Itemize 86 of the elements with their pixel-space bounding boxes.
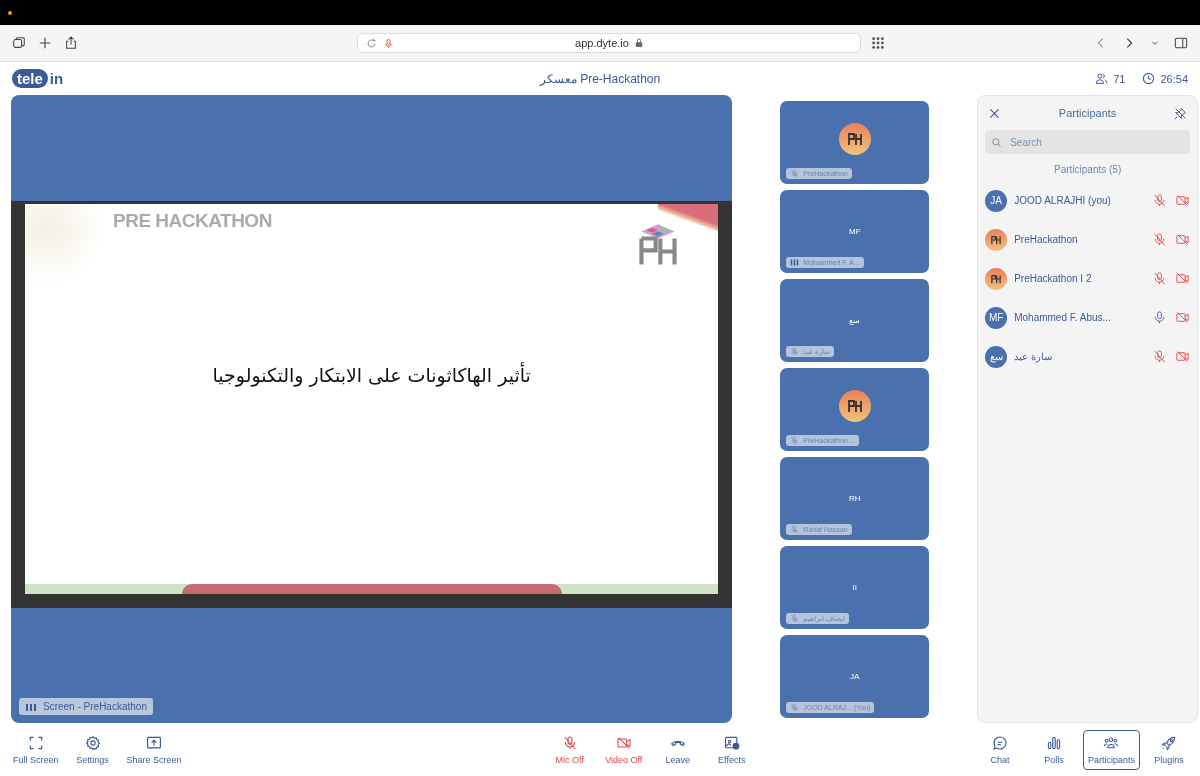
close-icon[interactable] bbox=[988, 106, 1002, 120]
tabs-icon[interactable] bbox=[12, 36, 26, 50]
muted-microphone-icon bbox=[790, 347, 800, 356]
chat-icon bbox=[991, 734, 1008, 751]
participant-name: Mohammed F. Abus... bbox=[1014, 312, 1112, 323]
logo-avatar-icon bbox=[985, 228, 1008, 251]
settings-icon bbox=[84, 734, 101, 751]
camera-off-icon bbox=[1175, 232, 1190, 247]
status-dot bbox=[8, 10, 12, 15]
control-button[interactable]: Share Screen bbox=[121, 729, 187, 770]
panel-title: Participants bbox=[1058, 107, 1117, 119]
share-screen-icon bbox=[146, 734, 163, 751]
sidebar-toggle-button[interactable]: Participants bbox=[1082, 729, 1140, 770]
address-bar[interactable]: app.dyte.io bbox=[357, 33, 861, 53]
avatar: سع bbox=[985, 345, 1008, 368]
control-button[interactable]: Video Off bbox=[598, 729, 649, 770]
slide-heading: PRE HACKATHON bbox=[113, 209, 272, 232]
sidebar-icon[interactable] bbox=[1174, 36, 1188, 50]
meeting-timer: 26:54 bbox=[1160, 72, 1188, 85]
app-logo: tele in bbox=[12, 69, 64, 88]
logo-avatar-icon bbox=[838, 122, 871, 155]
slide-title: تأثير الهاكاثونات على الابتكار والتكنولوجيا bbox=[212, 363, 531, 386]
search-icon bbox=[991, 136, 1003, 148]
rocket-icon bbox=[1161, 734, 1177, 751]
participant-row[interactable]: سع سارة عيد bbox=[985, 337, 1190, 376]
lock-icon bbox=[634, 38, 643, 48]
avatar: MF bbox=[985, 306, 1008, 329]
muted-microphone-icon bbox=[561, 734, 578, 751]
participant-count: 71 bbox=[1113, 72, 1126, 85]
audio-level-icon bbox=[25, 701, 37, 712]
effects-icon bbox=[723, 734, 740, 751]
participant-initials: II bbox=[852, 583, 857, 592]
control-button[interactable]: Leave bbox=[652, 729, 703, 770]
participants-count-label: Participants (5) bbox=[1052, 164, 1123, 175]
people-icon bbox=[1095, 72, 1109, 85]
control-button[interactable]: Settings bbox=[67, 729, 118, 770]
url-text: app.dyte.io bbox=[575, 37, 629, 49]
muted-microphone-icon bbox=[790, 525, 800, 534]
search-input[interactable]: Search bbox=[1008, 135, 1163, 149]
grid-icon[interactable] bbox=[871, 36, 885, 50]
participant-row[interactable]: PreHackathon bbox=[985, 220, 1190, 259]
clock-icon bbox=[1142, 72, 1156, 85]
muted-microphone-icon bbox=[1152, 193, 1167, 208]
audio-level-icon bbox=[790, 258, 800, 267]
participant-name: PreHackathon I 2 bbox=[1014, 273, 1093, 284]
participant-name: PreHackathon bbox=[1014, 234, 1079, 245]
sidebar-toggle-button[interactable]: Chat bbox=[974, 729, 1025, 770]
control-button[interactable]: Effects bbox=[706, 729, 757, 770]
camera-off-icon bbox=[1175, 193, 1190, 208]
sidebar-toggle-button[interactable]: Polls bbox=[1028, 729, 1079, 770]
muted-microphone-icon bbox=[790, 169, 800, 178]
participant-name: سارة عيد bbox=[1014, 351, 1053, 362]
muted-microphone-icon bbox=[1152, 271, 1167, 286]
participant-initials: RH bbox=[848, 494, 861, 503]
muted-microphone-icon bbox=[790, 614, 800, 623]
unpin-icon[interactable] bbox=[1174, 106, 1187, 120]
logo-avatar-icon bbox=[985, 267, 1008, 290]
logo-avatar-icon bbox=[838, 389, 871, 422]
new-tab-icon[interactable] bbox=[38, 36, 52, 50]
camera-off-icon bbox=[1175, 271, 1190, 286]
control-button[interactable]: Mic Off bbox=[544, 729, 595, 770]
sidebar-toggle-button[interactable]: Plugins bbox=[1144, 729, 1194, 770]
microphone-icon bbox=[1152, 310, 1167, 325]
muted-microphone-icon bbox=[790, 703, 800, 712]
search-field[interactable]: Search bbox=[985, 130, 1190, 154]
muted-microphone-icon bbox=[1152, 349, 1167, 364]
meeting-title: معسكر Pre-Hackathon bbox=[539, 71, 661, 86]
participant-name: JOOD ALRAJHI (you) bbox=[1014, 195, 1112, 206]
muted-microphone-icon bbox=[790, 436, 800, 445]
fullscreen-icon bbox=[27, 734, 44, 751]
muted-microphone-icon bbox=[1152, 232, 1167, 247]
participant-row[interactable]: PreHackathon I 2 bbox=[985, 259, 1190, 298]
participant-initials: MF bbox=[848, 227, 861, 236]
participant-row[interactable]: JA JOOD ALRAJHI (you) bbox=[985, 181, 1190, 220]
participant-row[interactable]: MF Mohammed F. Abus... bbox=[985, 298, 1190, 337]
microphone-icon bbox=[383, 37, 394, 49]
bar-chart-icon bbox=[1045, 734, 1062, 751]
camera-off-icon bbox=[1175, 310, 1190, 325]
share-icon[interactable] bbox=[64, 36, 78, 50]
control-button[interactable]: Full Screen bbox=[8, 729, 64, 770]
reload-icon bbox=[366, 37, 377, 49]
screen-share-name: Screen - PreHackathon bbox=[43, 701, 147, 712]
camera-off-icon bbox=[1175, 349, 1190, 364]
participant-initials: JA bbox=[850, 672, 860, 681]
avatar: JA bbox=[985, 189, 1008, 212]
participant-initials: سع bbox=[849, 316, 861, 325]
